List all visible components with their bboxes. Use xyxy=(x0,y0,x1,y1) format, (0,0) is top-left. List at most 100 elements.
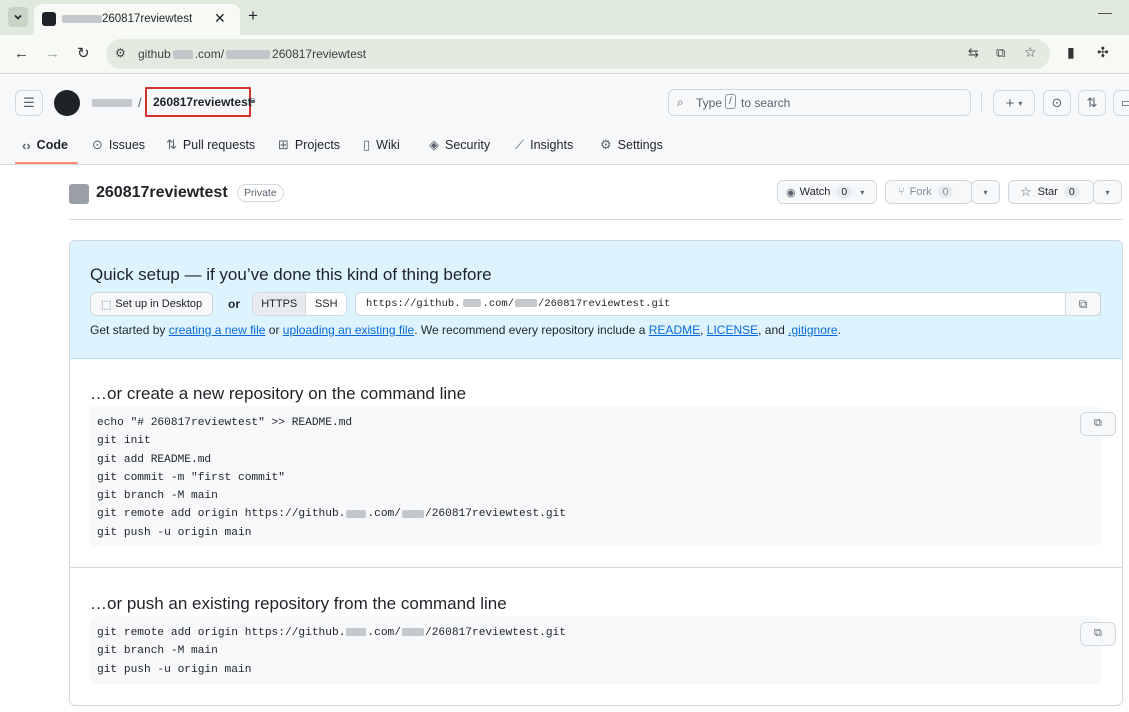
tab-wiki-label: Wiki xyxy=(376,138,400,152)
tab-issues[interactable]: ⊙ Issues xyxy=(92,134,145,156)
clone-url-input[interactable]: https://github. .com/ /260817reviewtest.gi… xyxy=(355,292,1101,316)
star-dropdown-button[interactable]: ▾ xyxy=(1093,180,1122,204)
translate-icon[interactable]: ⇆ xyxy=(968,45,979,61)
tab-projects[interactable]: ⊞ Projects xyxy=(278,134,340,156)
tab-wiki[interactable]: ▯ Wiki xyxy=(363,134,400,156)
tab-code[interactable]: ‹› Code xyxy=(22,134,68,156)
url-prefix: github xyxy=(138,47,171,61)
tab-insights[interactable]: ⟋ Insights xyxy=(515,134,573,156)
extensions-icon[interactable]: ✣ xyxy=(1097,44,1109,61)
url-mid: .com/ xyxy=(194,47,225,61)
tab-insights-label: Insights xyxy=(530,138,574,152)
install-app-icon[interactable]: ⧉ xyxy=(996,45,1005,61)
repo-title: 260817reviewtest xyxy=(96,184,228,201)
remote-prefix: git remote add origin https://github. xyxy=(97,627,346,639)
clone-url-prefix: https://github. xyxy=(366,298,461,310)
remote-suffix: /260817reviewtest.git xyxy=(424,508,566,521)
tab-settings[interactable]: ⚙ Settings xyxy=(600,134,663,156)
hamburger-icon: ☰ xyxy=(23,95,35,110)
book-icon: ▯ xyxy=(363,137,371,152)
github-logo-icon[interactable] xyxy=(54,90,80,116)
reload-icon[interactable]: ↻ xyxy=(77,44,90,62)
watch-button[interactable]: ◉ Watch 0 ▾ xyxy=(777,180,877,204)
info-text: , xyxy=(700,323,707,337)
info-text: . xyxy=(837,323,841,337)
setup-desktop-button[interactable]: ⬚ Set up in Desktop xyxy=(90,292,213,316)
repo-breadcrumb-link[interactable]: 260817reviewtest xyxy=(153,95,252,109)
info-text: . We recommend every repository include … xyxy=(414,323,649,337)
https-button[interactable]: HTTPS xyxy=(253,293,307,315)
search-input[interactable]: ⌕ Type / to search xyxy=(668,89,971,116)
info-text: or xyxy=(265,323,283,337)
tab-pull-requests[interactable]: ⇅ Pull requests xyxy=(166,134,255,156)
code-icon: ‹› xyxy=(22,137,31,153)
remote-prefix: git remote add origin https://github. xyxy=(97,508,346,521)
fork-button[interactable]: ⑂ Fork 0 xyxy=(885,180,972,204)
or-label: or xyxy=(228,297,240,311)
copy-icon: ⧉ xyxy=(1078,296,1088,311)
pull-requests-button[interactable]: ⇅ xyxy=(1078,90,1106,116)
create-new-button[interactable]: + ▾ xyxy=(993,90,1035,116)
url-suffix: 260817reviewtest xyxy=(272,47,367,61)
copy-create-code-button[interactable]: ⧉ xyxy=(1080,412,1116,436)
site-info-icon[interactable]: ⚙ xyxy=(115,46,126,60)
push-repo-code: git remote add origin https://github. .co… xyxy=(90,616,1116,684)
remote-mid: .com/ xyxy=(367,508,401,521)
quick-setup-box: Quick setup — if you’ve done this kind o… xyxy=(70,241,1122,359)
tab-search-button[interactable] xyxy=(8,7,28,27)
copy-push-code-button[interactable]: ⧉ xyxy=(1080,622,1116,646)
fork-count: 0 xyxy=(937,186,954,198)
graph-icon: ⟋ xyxy=(515,137,525,152)
code-line: git init xyxy=(97,435,151,448)
tab-security-label: Security xyxy=(445,138,491,152)
visibility-badge: Private xyxy=(237,184,284,202)
creating-new-file-link[interactable]: creating a new file xyxy=(169,323,266,337)
inbox-button[interactable]: ▭ xyxy=(1113,90,1129,116)
address-bar[interactable]: ⚙ github .com/260817reviewtest ⇆ ⧉ ☆ xyxy=(106,39,1050,69)
shield-icon: ◈ xyxy=(429,137,439,152)
code-line: git push -u origin main xyxy=(97,663,252,676)
close-tab-icon[interactable]: ✕ xyxy=(214,10,226,27)
ssh-button[interactable]: SSH xyxy=(306,293,346,315)
license-link[interactable]: LICENSE xyxy=(707,323,758,337)
owner-name[interactable] xyxy=(92,99,132,107)
clipboard-icon[interactable]: ▮ xyxy=(1067,44,1075,61)
star-button[interactable]: ☆ Star 0 xyxy=(1008,180,1094,204)
search-placeholder-suffix: to search xyxy=(741,96,791,110)
uploading-file-link[interactable]: uploading an existing file xyxy=(283,323,414,337)
minimize-icon[interactable]: — xyxy=(1098,4,1112,20)
bookmark-star-icon[interactable]: ☆ xyxy=(1024,44,1037,61)
search-placeholder-prefix: Type xyxy=(696,96,723,110)
back-icon[interactable]: ← xyxy=(14,45,29,62)
tab-security[interactable]: ◈ Security xyxy=(429,134,490,156)
tab-projects-label: Projects xyxy=(294,138,341,152)
code-line: echo "# 260817reviewtest" >> README.md xyxy=(97,417,353,429)
table-icon: ⊞ xyxy=(278,137,289,152)
forward-icon[interactable]: → xyxy=(45,45,60,62)
gitignore-link[interactable]: .gitignore xyxy=(788,323,837,337)
clone-url-suffix: /260817reviewtest.git xyxy=(538,298,671,310)
search-icon: ⌕ xyxy=(677,95,684,109)
lock-icon: 🔒︎ xyxy=(250,95,256,106)
fork-dropdown-button[interactable]: ▾ xyxy=(971,180,1000,204)
setup-panel: Quick setup — if you’ve done this kind o… xyxy=(69,240,1123,706)
owner-avatar xyxy=(69,184,89,204)
browser-tab-bar: 260817reviewtest ✕ + — xyxy=(0,0,1129,35)
watch-label: Watch xyxy=(799,186,831,198)
pull-request-icon: ⇅ xyxy=(166,137,177,152)
star-icon: ☆ xyxy=(1020,184,1032,199)
tab-title: 260817reviewtest xyxy=(102,13,193,25)
repo-forked-icon: ⑂ xyxy=(898,186,905,198)
setup-desktop-label: Set up in Desktop xyxy=(115,298,203,310)
remote-mid: .com/ xyxy=(367,627,401,639)
clone-url-mid: .com/ xyxy=(482,298,515,310)
readme-link[interactable]: README xyxy=(649,323,700,337)
issues-button[interactable]: ⊙ xyxy=(1043,90,1071,116)
copy-icon: ⧉ xyxy=(1094,628,1102,640)
inbox-icon: ▭ xyxy=(1120,95,1129,110)
browser-tab[interactable]: 260817reviewtest ✕ xyxy=(34,4,240,35)
new-tab-icon[interactable]: + xyxy=(248,6,258,26)
copy-clone-url-button[interactable]: ⧉ xyxy=(1065,292,1101,316)
copy-icon: ⧉ xyxy=(1094,418,1102,430)
menu-button[interactable]: ☰ xyxy=(15,90,43,116)
